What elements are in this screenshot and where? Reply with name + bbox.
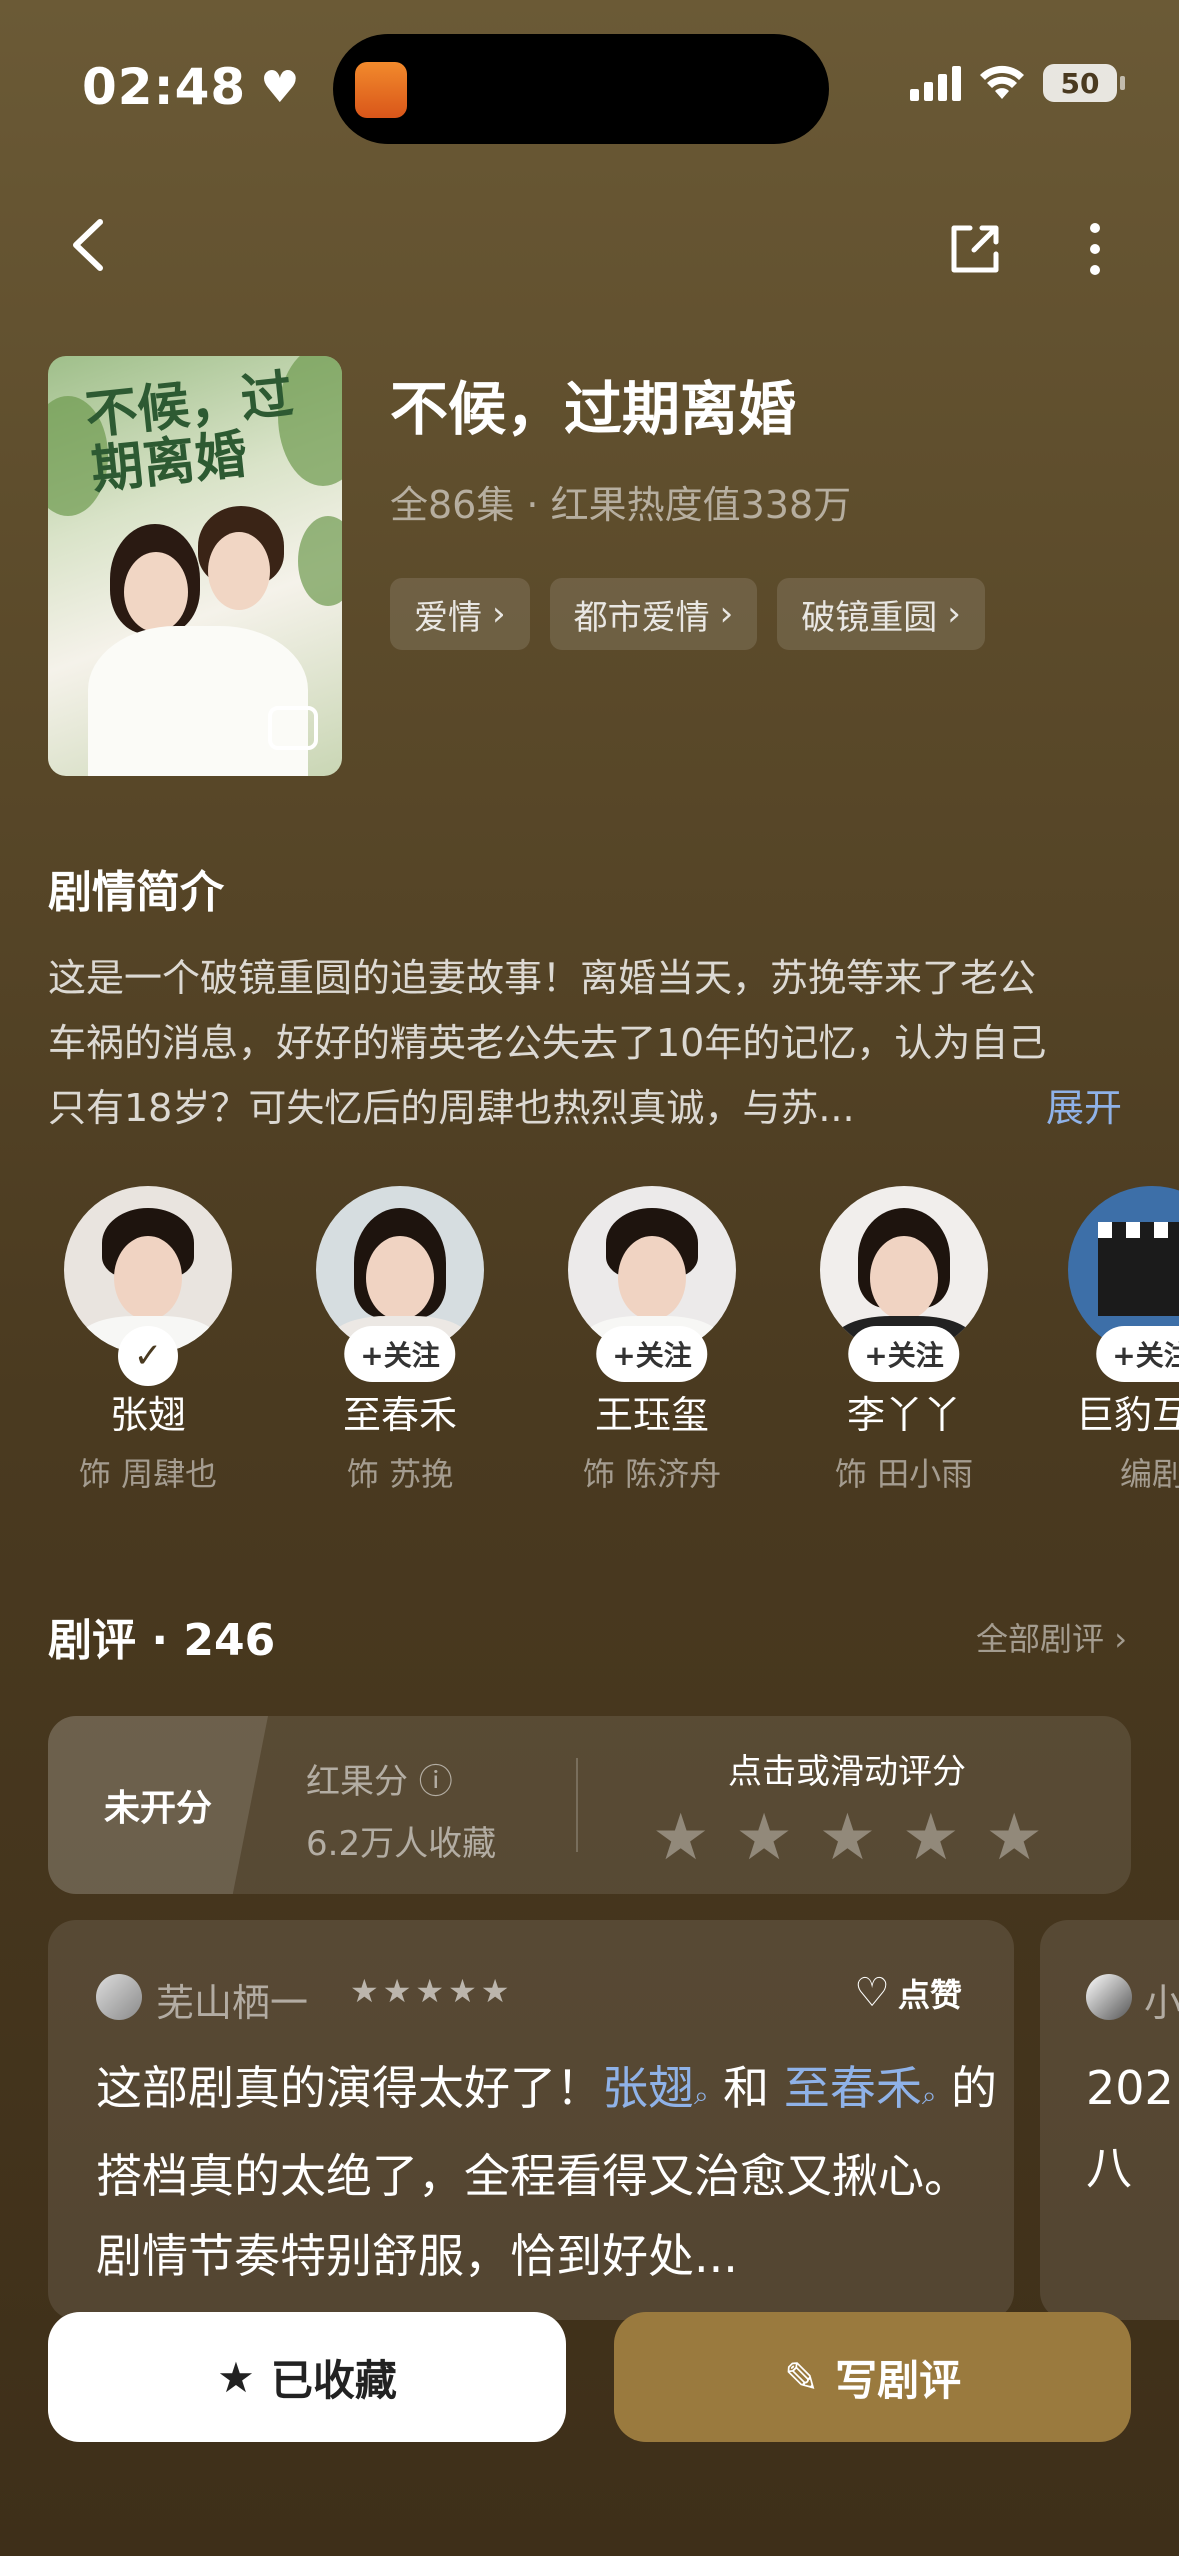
star-icon[interactable]: ★ [902,1806,959,1870]
star-icon[interactable]: ★ [735,1806,792,1870]
follow-button[interactable]: +关注 [848,1326,960,1382]
tag-reunion[interactable]: 破镜重圆 › [777,578,985,650]
back-arrow-icon[interactable] [56,210,126,280]
battery-level: 50 [1060,66,1100,100]
synopsis[interactable]: 这是一个破镜重圆的追妻故事！离婚当天，苏挽等来了老公车祸的消息，好好的精英老公失… [48,946,1138,1141]
wifi-icon [980,65,1024,99]
divider [576,1758,578,1852]
top-nav [0,200,1179,290]
cast-item[interactable]: +关注 王珏玺 饰 陈济舟 [552,1186,752,1495]
mention-link[interactable]: 张翅 [602,2061,694,2115]
review-text: 这部剧真的演得太好了！张翅⌕ 和 至春禾⌕ 的搭档真的太绝了，全程看得又治愈又揪… [96,2061,997,2283]
status-bar: 02:48 ♥ 50 [0,0,1179,170]
live-activity-app-icon [355,62,407,118]
collect-count: 6.2万人收藏 [306,1824,497,1864]
status-indicators: 50 [910,64,1125,102]
search-icon: ⌕ [694,2081,709,2111]
expand-link[interactable]: 展开 [1046,1076,1122,1141]
like-button[interactable]: ♡ 点赞 [854,1970,962,2016]
tag-urban-romance[interactable]: 都市爱情 › [549,578,758,650]
heart-outline-icon: ♡ [854,1970,890,2016]
cast-item[interactable]: +关注 至春禾 饰 苏挽 [300,1186,500,1495]
star-icon[interactable]: ★ [652,1806,709,1870]
more-options-icon[interactable] [1060,214,1130,284]
dynamic-island [333,34,829,144]
follow-button[interactable]: +关注 [596,1326,708,1382]
genre-tags: 爱情 › 都市爱情 › 破镜重圆 › [390,578,985,650]
cast-role: 饰 苏挽 [346,1455,454,1493]
star-icon[interactable]: ★ [986,1806,1043,1870]
write-review-button[interactable]: ✎ 写剧评 [614,2312,1131,2442]
cast-item[interactable]: +关注 李丫丫 饰 田小雨 [804,1186,1004,1495]
follow-button[interactable]: +关注 [1096,1326,1179,1382]
review-card[interactable]: 小 202 期离 十八 [1040,1920,1179,2320]
gallery-icon [268,706,318,750]
follow-button[interactable]: +关注 [344,1326,456,1382]
followed-check-icon[interactable]: ✓ [118,1326,178,1386]
tag-romance[interactable]: 爱情 › [390,578,530,650]
rating-card: 未开分 红果分 ⓘ 6.2万人收藏 点击或滑动评分 ★ ★ ★ ★ ★ [48,1716,1131,1894]
cast-item[interactable]: ✓ 张翅 饰 周肆也 [48,1186,248,1495]
clock-text: 02:48 [82,58,247,116]
cast-name: 巨豹互娱 [1075,1393,1179,1437]
cast-role: 编剧 [1119,1455,1179,1493]
rating-stars[interactable]: ★ ★ ★ ★ ★ [652,1806,1043,1870]
cast-item[interactable]: +关注 巨豹互娱 编剧 [1052,1186,1179,1495]
review-stars: ★★★★★ [350,1972,514,2010]
cast-name: 王珏玺 [594,1393,709,1437]
cast-role: 饰 陈济舟 [582,1455,722,1493]
score-label[interactable]: 红果分 ⓘ [306,1754,453,1803]
pencil-icon: ✎ [783,2352,820,2402]
reviews-heading: 剧评 · 246 [48,1615,276,1666]
chevron-right-icon: › [947,594,961,634]
synopsis-heading: 剧情简介 [48,867,224,918]
drama-poster[interactable]: 不候，过期离婚 [48,356,342,776]
heart-icon: ♥ [260,61,301,113]
cast-name: 张翅 [109,1393,186,1437]
like-label: 点赞 [897,1976,962,2014]
collected-button[interactable]: ★ 已收藏 [48,2312,566,2442]
share-icon[interactable] [940,214,1010,284]
avatar [1086,1974,1132,2020]
all-reviews-link[interactable]: 全部剧评 › [976,1614,1127,1660]
write-review-label: 写剧评 [835,2355,962,2405]
star-icon: ★ [217,2352,255,2402]
search-icon: ⌕ [921,2081,937,2111]
cast-list: ✓ 张翅 饰 周肆也 +关注 至春禾 饰 苏挽 +关注 王珏玺 饰 陈济舟 +关… [48,1186,1179,1516]
review-text: 202 期离 十八 [1086,2061,1179,2195]
chevron-right-icon: › [719,594,734,634]
chevron-right-icon: › [492,594,506,634]
review-user: 小 [1144,1981,1179,2025]
cast-name: 至春禾 [342,1393,457,1437]
synopsis-text: 这是一个破镜重圆的追妻故事！离婚当天，苏挽等来了老公车祸的消息，好好的精英老公失… [48,956,1047,1130]
star-icon[interactable]: ★ [819,1806,876,1870]
status-time: 02:48 ♥ [82,58,301,116]
cast-name: 李丫丫 [846,1393,961,1437]
drama-title: 不候，过期离婚 [390,375,797,443]
avatar [96,1974,142,2020]
review-user: 芜山栖一 [156,1981,309,2025]
cellular-signal-icon [910,65,961,101]
cast-role: 饰 田小雨 [834,1455,974,1493]
rate-prompt: 点击或滑动评分 [728,1752,966,1792]
review-card[interactable]: 芜山栖一 ★★★★★ ♡ 点赞 这部剧真的演得太好了！张翅⌕ 和 至春禾⌕ 的搭… [48,1920,1014,2320]
drama-meta: 全86集 · 红果热度值338万 [390,483,852,527]
collected-label: 已收藏 [270,2355,397,2405]
cast-role: 饰 周肆也 [78,1455,218,1493]
battery-icon: 50 [1043,64,1125,102]
mention-link[interactable]: 至春禾 [784,2061,922,2115]
unrated-badge: 未开分 [48,1716,268,1894]
